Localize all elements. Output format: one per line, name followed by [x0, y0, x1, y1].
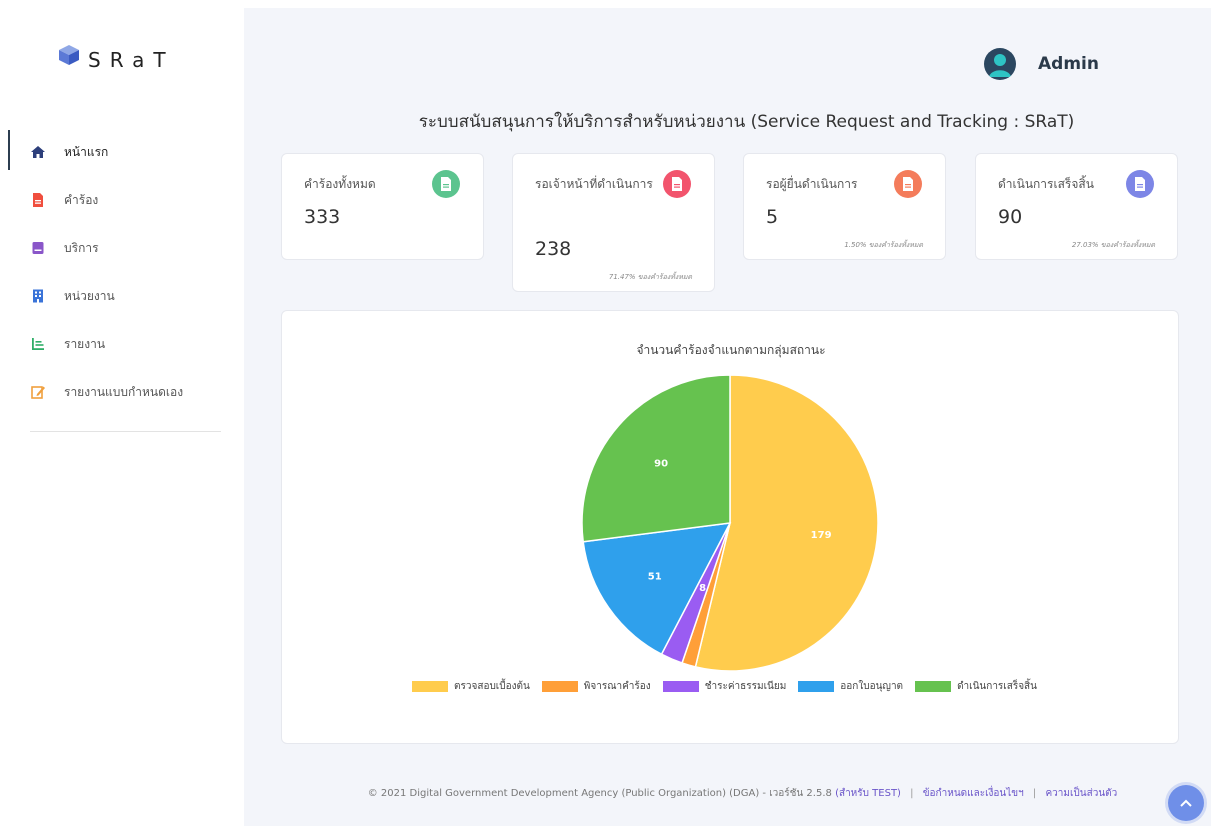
legend-item[interactable]: ชำระค่าธรรมเนียม: [662, 679, 787, 694]
sidebar: SRaT หน้าแรก คำร้อง บริการ หน่วยงาน รายง…: [0, 0, 244, 826]
stat-value: 333: [304, 206, 341, 228]
logo[interactable]: SRaT: [58, 38, 175, 72]
legend-item[interactable]: พิจารณาคำร้อง: [541, 679, 651, 694]
stat-card-pending-applicant[interactable]: รอผู้ยื่นดำเนินการ 5 1.50% ของคำร้องทั้ง…: [743, 153, 946, 260]
chart-icon: [30, 336, 46, 352]
pie-slice-label: 8: [699, 583, 706, 594]
legend-label: ตรวจสอบเบื้องต้น: [454, 681, 530, 692]
legend-label: ออกใบอนุญาต: [840, 681, 904, 692]
stat-value: 238: [535, 238, 572, 260]
legend-item[interactable]: ออกใบอนุญาต: [798, 679, 903, 694]
sidebar-item-label: หน่วยงาน: [64, 288, 115, 303]
legend-label: ดำเนินการเสร็จสิ้น: [957, 681, 1037, 692]
legend-item[interactable]: ตรวจสอบเบื้องต้น: [412, 679, 530, 694]
document-badge-icon: [663, 170, 691, 198]
legend-label: พิจารณาคำร้อง: [583, 681, 651, 692]
main-content: Admin ระบบสนับสนุนการให้บริการสำหรับหน่ว…: [244, 8, 1211, 826]
stat-note: 27.03% ของคำร้องทั้งหมด: [1071, 241, 1155, 249]
building-icon: [30, 288, 46, 304]
document-badge-icon: [1126, 170, 1154, 198]
stat-card-total[interactable]: คำร้องทั้งหมด 333: [281, 153, 484, 260]
legend-label: ชำระค่าธรรมเนียม: [704, 681, 787, 692]
sidebar-item-requests[interactable]: คำร้อง: [0, 176, 244, 224]
sidebar-item-label: คำร้อง: [64, 192, 99, 207]
logo-text: SRaT: [88, 48, 175, 72]
document-badge-icon: [894, 170, 922, 198]
footer-copyright: © 2021 Digital Government Development Ag…: [367, 788, 832, 799]
stat-note: 1.50% ของคำร้องทั้งหมด: [844, 241, 923, 249]
stat-card-completed[interactable]: ดำเนินการเสร็จสิ้น 90 27.03% ของคำร้องทั…: [975, 153, 1178, 260]
sidebar-item-home[interactable]: หน้าแรก: [0, 128, 244, 176]
edit-icon: [30, 384, 46, 400]
legend-swatch: [798, 681, 835, 692]
legend-swatch: [412, 681, 448, 692]
stat-card-pending-staff[interactable]: รอเจ้าหน้าที่ดำเนินการ 238 71.47% ของคำร…: [512, 153, 715, 292]
footer: © 2021 Digital Government Development Ag…: [244, 786, 1211, 801]
chart-panel: จำนวนคำร้องจำแนกตามกลุ่มสถานะ 179585190 …: [281, 310, 1179, 744]
page-title: ระบบสนับสนุนการให้บริการสำหรับหน่วยงาน (…: [418, 112, 1075, 132]
scroll-to-top-button[interactable]: [1168, 785, 1204, 821]
book-icon: [30, 240, 46, 256]
document-badge-icon: [432, 170, 460, 198]
legend-swatch: [662, 681, 699, 692]
stat-title: ดำเนินการเสร็จสิ้น: [998, 177, 1094, 191]
user-name: Admin: [1038, 54, 1099, 74]
pie-slice-label: 90: [654, 458, 668, 469]
pie-slice-label: 179: [811, 530, 832, 541]
legend-item[interactable]: ดำเนินการเสร็จสิ้น: [915, 679, 1037, 694]
stat-title: รอผู้ยื่นดำเนินการ: [766, 177, 858, 191]
footer-terms-link[interactable]: ข้อกำหนดและเงื่อนไขฯ: [923, 788, 1024, 799]
legend-swatch: [541, 681, 578, 692]
footer-privacy-link[interactable]: ความเป็นส่วนตัว: [1045, 788, 1117, 799]
sidebar-nav: หน้าแรก คำร้อง บริการ หน่วยงาน รายงาน รา…: [0, 128, 244, 416]
file-icon: [30, 192, 46, 208]
sidebar-item-services[interactable]: บริการ: [0, 224, 244, 272]
footer-separator: |: [1032, 788, 1037, 799]
cube-logo-icon: [59, 45, 79, 65]
chevron-up-icon: [1180, 799, 1192, 807]
footer-env-link[interactable]: (สำหรับ TEST): [835, 788, 901, 799]
pie-slice-label: 51: [648, 571, 662, 582]
stat-value: 5: [766, 206, 779, 228]
chart-legend: ตรวจสอบเบื้องต้น พิจารณาคำร้อง ชำระค่าธร…: [412, 679, 1049, 694]
legend-swatch: [915, 681, 952, 692]
sidebar-item-reports[interactable]: รายงาน: [0, 320, 244, 368]
user-icon: [989, 54, 1012, 77]
user-menu[interactable]: Admin: [984, 48, 1099, 80]
sidebar-item-label: รายงานแบบกำหนดเอง: [64, 384, 184, 399]
home-icon: [30, 144, 46, 160]
sidebar-divider: [30, 431, 221, 432]
sidebar-item-label: บริการ: [64, 240, 99, 255]
stat-title: คำร้องทั้งหมด: [304, 177, 376, 191]
stat-title: รอเจ้าหน้าที่ดำเนินการ: [535, 177, 653, 191]
sidebar-item-custom-reports[interactable]: รายงานแบบกำหนดเอง: [0, 368, 244, 416]
sidebar-item-label: รายงาน: [64, 336, 106, 351]
stat-value: 90: [998, 206, 1023, 228]
sidebar-item-label: หน้าแรก: [64, 144, 109, 159]
avatar: [984, 48, 1017, 80]
footer-separator: |: [910, 788, 914, 799]
stat-note: 71.47% ของคำร้องทั้งหมด: [608, 273, 692, 281]
sidebar-item-agencies[interactable]: หน่วยงาน: [0, 272, 244, 320]
